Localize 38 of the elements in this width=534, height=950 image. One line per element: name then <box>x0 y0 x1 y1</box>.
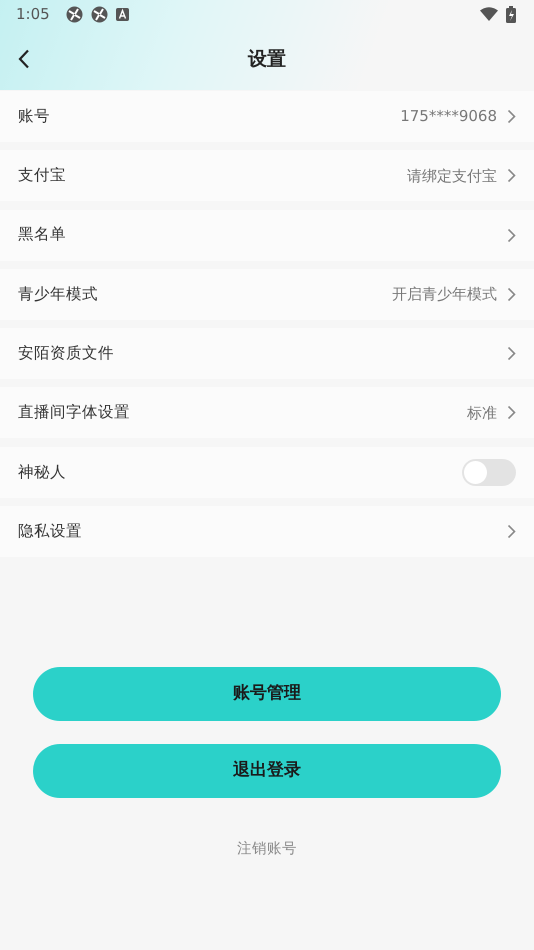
row-value: 标准 <box>467 402 497 424</box>
app-icon <box>66 6 83 22</box>
settings-row[interactable]: 安陌资质文件 <box>0 328 534 380</box>
chevron-icon <box>507 286 516 302</box>
settings-row[interactable]: 账号 175****9068 <box>0 91 534 142</box>
settings-row[interactable]: 黑名单 <box>0 210 534 261</box>
settings-row[interactable]: 青少年模式 开启青少年模式 <box>0 268 534 320</box>
row-label: 神秘人 <box>18 462 66 483</box>
row-label: 安陌资质文件 <box>18 343 114 364</box>
settings-row[interactable]: 直播间字体设置 标准 <box>0 387 534 438</box>
settings-row[interactable]: 神秘人 <box>0 446 534 498</box>
settings-row[interactable]: 隐私设置 <box>0 506 534 558</box>
app-icon <box>90 6 108 22</box>
row-value: 开启青少年模式 <box>392 284 497 306</box>
chevron-icon <box>507 346 516 362</box>
chevron-icon <box>507 109 516 124</box>
keyboard-icon <box>116 8 129 20</box>
back-icon[interactable] <box>18 49 30 69</box>
action-button[interactable]: 账号管理 <box>33 667 501 722</box>
chevron-icon <box>507 228 516 243</box>
settings-row[interactable]: 支付宝 请绑定支付宝 <box>0 150 534 202</box>
chevron-icon <box>507 168 516 184</box>
row-label: 直播间字体设置 <box>18 402 130 424</box>
toggle-switch[interactable] <box>462 458 516 486</box>
row-value: 175****9068 <box>400 106 497 128</box>
row-label: 支付宝 <box>18 165 66 186</box>
status-time: 1:05 <box>16 4 50 25</box>
action-button[interactable]: 退出登录 <box>33 744 501 798</box>
wifi-icon <box>480 7 498 21</box>
battery-icon <box>506 6 516 22</box>
chevron-icon <box>507 524 516 540</box>
row-label: 隐私设置 <box>18 520 82 542</box>
row-label: 黑名单 <box>18 224 66 246</box>
chevron-icon <box>507 405 516 420</box>
row-label: 账号 <box>18 106 50 127</box>
page-title: 设置 <box>248 46 286 72</box>
row-value: 请绑定支付宝 <box>407 166 497 187</box>
row-label: 青少年模式 <box>18 284 98 305</box>
